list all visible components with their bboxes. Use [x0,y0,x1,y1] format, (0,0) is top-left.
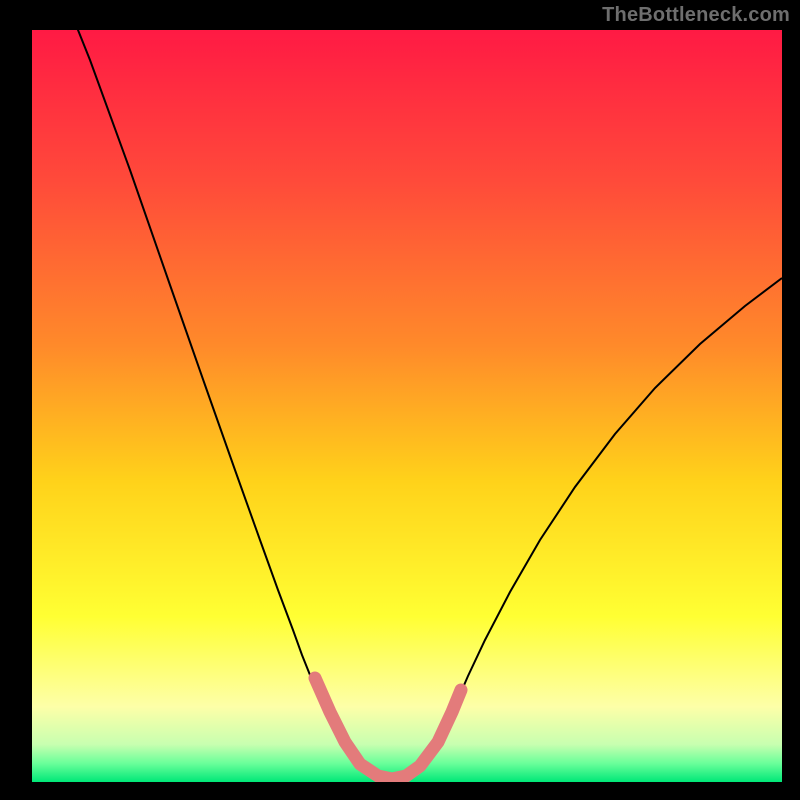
bottleneck-chart: TheBottleneck.com [0,0,800,800]
chart-canvas [0,0,800,800]
plot-background [32,30,782,782]
site-watermark: TheBottleneck.com [602,4,790,27]
